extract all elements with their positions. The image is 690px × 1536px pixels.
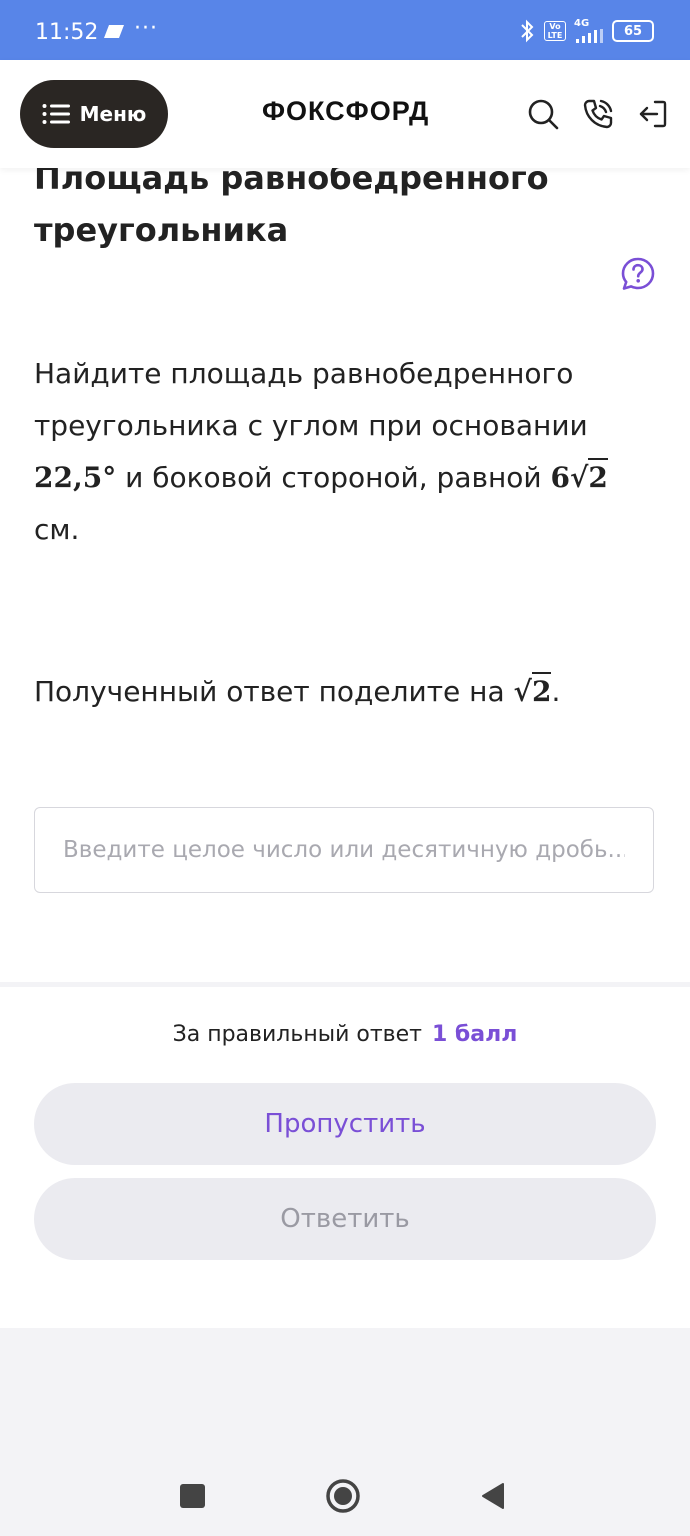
divisor: √2: [514, 672, 552, 708]
task-statement: Найдите площадь равнобедренного треуголь…: [34, 348, 654, 556]
skip-button[interactable]: Пропустить: [34, 1083, 656, 1165]
recent-apps-icon[interactable]: [180, 1484, 205, 1508]
angle-value: 22,5°: [34, 461, 117, 494]
instruction-end: .: [551, 675, 561, 708]
bluetooth-icon: [521, 19, 534, 43]
status-icons: Vo LTE 4G 65: [518, 18, 654, 44]
network-type: 4G: [574, 18, 590, 29]
instruction-text: Полученный ответ поделите на: [34, 675, 505, 708]
volte-badge: Vo LTE: [544, 21, 566, 41]
task-text-part1: Найдите площадь равнобедренного треуголь…: [34, 357, 588, 442]
app-header: Меню ФОКСФОРД: [0, 60, 690, 168]
home-icon[interactable]: [325, 1478, 361, 1514]
phone-icon[interactable]: [582, 98, 614, 130]
score-label: За правильный ответ: [172, 1022, 422, 1047]
side-coefficient: 6: [550, 461, 571, 494]
score-info: За правильный ответ 1 балл: [0, 1022, 690, 1047]
menu-button-label: Меню: [79, 102, 147, 126]
help-chat-icon[interactable]: [620, 256, 656, 292]
task-instruction: Полученный ответ поделите на √2.: [34, 666, 654, 718]
unit: см.: [34, 513, 80, 546]
battery-icon: 65: [612, 20, 654, 42]
status-time: 11:52: [35, 20, 99, 45]
side-length: 6√2: [551, 458, 608, 494]
list-menu-icon: [42, 104, 70, 124]
signal-icon: [576, 29, 603, 43]
menu-button[interactable]: Меню: [20, 80, 168, 148]
signal-group: 4G: [574, 19, 604, 43]
divisor-root: 2: [531, 672, 552, 708]
login-icon[interactable]: [637, 98, 669, 130]
answer-input[interactable]: [34, 807, 654, 893]
task-text-part2: и боковой стороной, равной: [125, 461, 542, 494]
score-value: 1 балл: [431, 1022, 518, 1047]
search-icon[interactable]: [527, 98, 559, 130]
back-icon[interactable]: [481, 1482, 505, 1510]
sync-icon: [104, 25, 124, 38]
divider: [0, 982, 690, 987]
more-notifications-icon: ···: [134, 16, 158, 41]
side-root: 2: [588, 458, 608, 494]
battery-level: 65: [623, 23, 643, 39]
foxford-logo[interactable]: ФОКСФОРД: [262, 96, 429, 127]
status-bar: 11:52 ··· Vo LTE 4G 65: [0, 0, 690, 60]
answer-button[interactable]: Ответить: [34, 1178, 656, 1260]
